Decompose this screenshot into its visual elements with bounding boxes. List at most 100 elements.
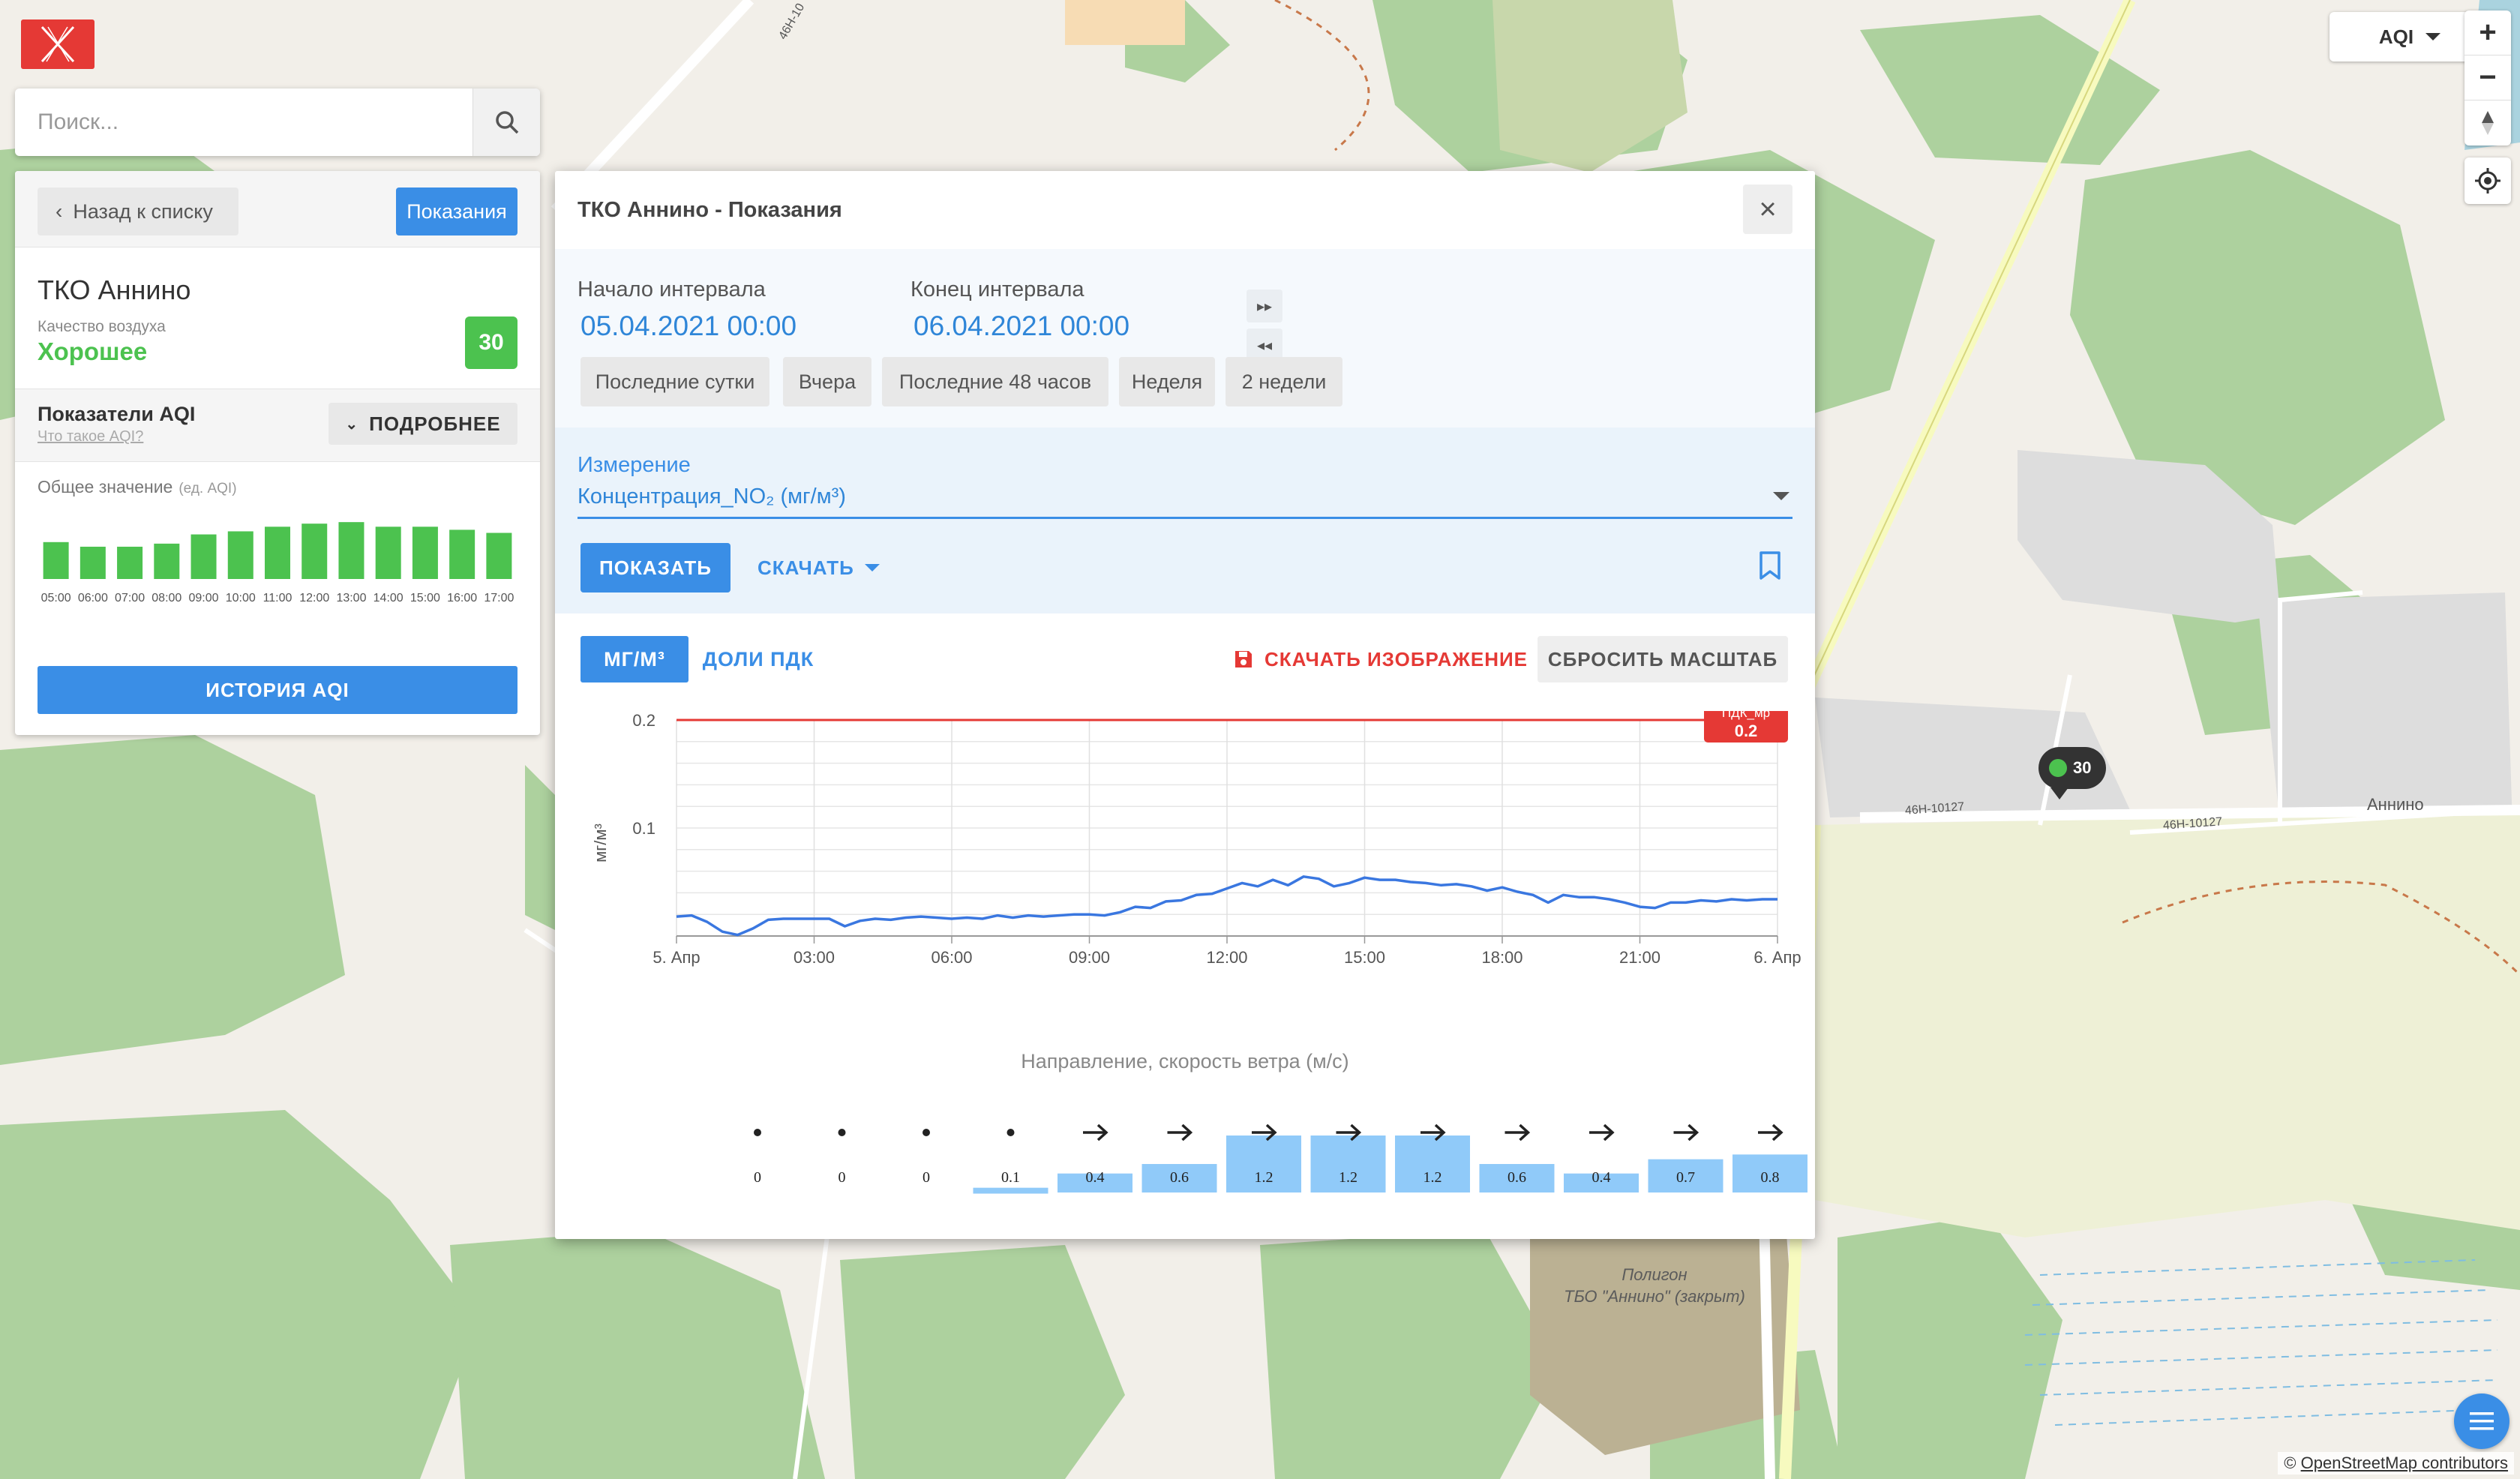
aqi-hour-label: 13:00 — [336, 592, 366, 604]
reset-zoom-button[interactable]: СБРОСИТЬ МАСШТАБ — [1538, 636, 1788, 682]
station-name: ТКО Аннино — [38, 274, 191, 305]
fast-forward-icon: ▸▸ — [1256, 298, 1273, 315]
aqi-mini-chart: 05:00 06:00 07:00 08:00 09:00 10:00 11:00 12:00… — [41, 522, 514, 604]
x-tick-label: 09:00 — [1069, 948, 1110, 967]
aqi-bar — [117, 546, 143, 579]
end-interval-label: Конец интервала — [910, 278, 1084, 302]
panel-toolbar: ‹ Назад к списку Показания — [15, 171, 540, 248]
back-to-list-button[interactable]: ‹ Назад к списку — [38, 188, 238, 236]
aqi-section: Показатели AQI Что такое AQI? ⌄ ПОДРОБНЕ… — [15, 388, 540, 462]
aqi-bar — [265, 526, 290, 579]
measurement-value: Концентрация_NO₂ (мг/м³) — [578, 484, 846, 508]
y-tick-label: 0.1 — [632, 819, 656, 838]
search-input[interactable] — [15, 88, 472, 156]
wind-chart-title: Направление, скорость ветра (м/с) — [1021, 1050, 1349, 1072]
calm-dot-icon — [922, 1129, 930, 1136]
readings-button[interactable]: Показания — [396, 188, 518, 236]
menu-button[interactable] — [2454, 1394, 2510, 1449]
wind-arrow-icon — [1589, 1124, 1615, 1142]
wind-speed-label: 0.7 — [1676, 1169, 1695, 1186]
more-button[interactable]: ⌄ ПОДРОБНЕЕ — [328, 403, 518, 445]
unit-tab-mg[interactable]: МГ/М³ — [580, 636, 688, 682]
reset-bearing-button[interactable] — [2464, 100, 2511, 146]
map-attribution: © OpenStreetMap contributors — [2278, 1452, 2514, 1474]
interval-section: Начало интервала 05.04.2021 00:00 Конец … — [555, 249, 1815, 428]
zoom-in-button[interactable]: + — [2464, 10, 2511, 56]
calm-dot-icon — [754, 1129, 761, 1136]
wind-speed-label: 0.1 — [1001, 1169, 1020, 1186]
wind-arrow-icon — [1673, 1124, 1700, 1142]
aqi-hour-label: 11:00 — [263, 592, 292, 604]
aqi-hour-label: 17:00 — [484, 592, 514, 604]
aqi-hour-label: 14:00 — [374, 592, 404, 604]
dialog-title: ТКО Аннино - Показания — [578, 198, 842, 222]
bookmark-button[interactable] — [1758, 550, 1782, 584]
wind-arrow-icon — [1758, 1124, 1784, 1142]
aqi-bar — [190, 534, 217, 579]
wind-speed-label: 1.2 — [1339, 1169, 1358, 1186]
no2-line-chart[interactable]: 5. Апр 03:00 06:00 09:00 12:00 15:00 18:00 21:0… — [555, 711, 1815, 1026]
wind-arrow-icon — [1504, 1124, 1531, 1142]
threshold-value: 0.2 — [1735, 722, 1758, 740]
quick-range-48h[interactable]: Последние 48 часов — [882, 357, 1108, 406]
readings-dialog: ТКО Аннино - Показания × Начало интервал… — [555, 171, 1815, 1239]
air-quality-value: Хорошее — [38, 338, 148, 365]
wind-speed-label: 0.6 — [1170, 1169, 1189, 1186]
next-interval-button[interactable]: ▸▸ — [1246, 290, 1282, 322]
aqi-bar — [80, 546, 106, 579]
aqi-badge: 30 — [465, 316, 518, 369]
download-dropdown[interactable]: СКАЧАТЬ — [758, 543, 880, 592]
geolocate-button[interactable] — [2464, 158, 2511, 204]
close-icon: × — [1759, 192, 1777, 226]
x-tick-label: 12:00 — [1206, 948, 1247, 967]
calm-dot-icon — [838, 1129, 846, 1136]
station-marker[interactable]: 30 — [2038, 747, 2106, 800]
logo-icon — [40, 26, 75, 63]
y-tick-label: 0.2 — [632, 711, 656, 730]
wind-speed-label: 0 — [838, 1169, 846, 1186]
what-is-aqi-link[interactable]: Что такое AQI? — [38, 428, 143, 446]
aqi-hour-label: 06:00 — [78, 592, 108, 604]
wind-speed-label: 1.2 — [1255, 1169, 1274, 1186]
menu-icon — [2470, 1412, 2494, 1430]
download-image-label: СКАЧАТЬ ИЗОБРАЖЕНИЕ — [1264, 647, 1528, 670]
download-image-button[interactable]: СКАЧАТЬ ИЗОБРАЖЕНИЕ — [1233, 636, 1528, 682]
polygon-label: Полигон ТБО "Аннино" (закрыт) — [1564, 1265, 1745, 1306]
aqi-bar — [486, 532, 512, 579]
aqi-hour-label: 15:00 — [410, 592, 440, 604]
search-button[interactable] — [472, 88, 540, 156]
caret-down-icon — [1773, 492, 1790, 500]
dialog-header: ТКО Аннино - Показания × — [555, 171, 1815, 249]
unit-tab-mpc[interactable]: ДОЛИ ПДК — [702, 636, 814, 682]
measurement-label: Измерение — [578, 453, 691, 477]
aqi-hour-label: 16:00 — [447, 592, 477, 604]
x-tick-label: 21:00 — [1619, 948, 1660, 967]
aqi-bar — [412, 526, 438, 579]
crosshair-icon — [2475, 168, 2500, 194]
aqi-history-button[interactable]: ИСТОРИЯ AQI — [38, 666, 518, 714]
aqi-bar — [227, 531, 254, 579]
attribution-link[interactable]: OpenStreetMap contributors — [2301, 1454, 2508, 1472]
quick-range-last-day[interactable]: Последние сутки — [580, 357, 770, 406]
air-quality-label: Качество воздуха — [38, 318, 166, 335]
close-button[interactable]: × — [1743, 184, 1792, 234]
download-label: СКАЧАТЬ — [758, 556, 854, 579]
start-interval-input[interactable]: 05.04.2021 00:00 — [580, 310, 796, 342]
quick-range-yesterday[interactable]: Вчера — [783, 357, 872, 406]
show-button[interactable]: ПОКАЗАТЬ — [580, 543, 730, 592]
zoom-out-button[interactable]: − — [2464, 56, 2511, 100]
caret-down-icon — [2426, 33, 2441, 40]
more-label: ПОДРОБНЕЕ — [369, 412, 501, 435]
quick-range-2weeks[interactable]: 2 недели — [1226, 357, 1342, 406]
measurement-select[interactable]: Концентрация_NO₂ (мг/м³) — [578, 484, 1792, 519]
marker-status-dot — [2049, 759, 2067, 777]
end-interval-input[interactable]: 06.04.2021 00:00 — [914, 310, 1130, 342]
place-label-annino: Аннино — [2367, 795, 2424, 814]
quick-range-week[interactable]: Неделя — [1119, 357, 1215, 406]
overall-value-label: Общее значение (ед. AQI) — [38, 477, 237, 496]
search-icon — [495, 111, 518, 134]
x-tick-label: 15:00 — [1344, 948, 1385, 967]
aqi-bar — [338, 522, 364, 579]
start-interval-label: Начало интервала — [578, 278, 766, 302]
app-logo[interactable] — [21, 20, 94, 69]
